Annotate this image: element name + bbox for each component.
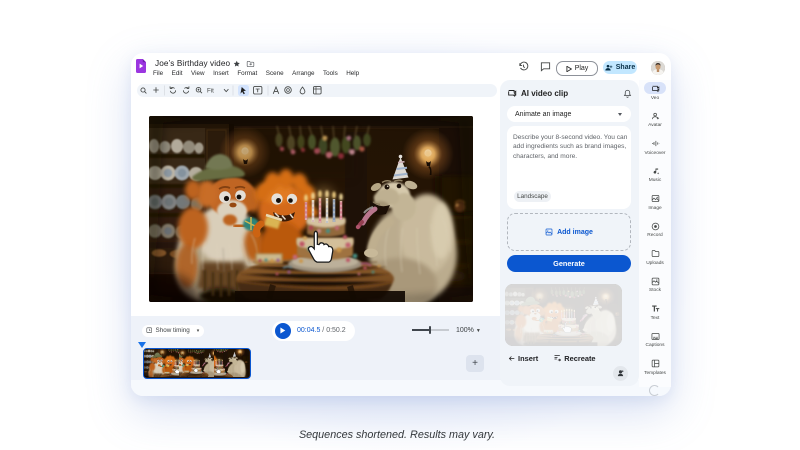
svg-text:Fit: Fit bbox=[207, 87, 214, 94]
